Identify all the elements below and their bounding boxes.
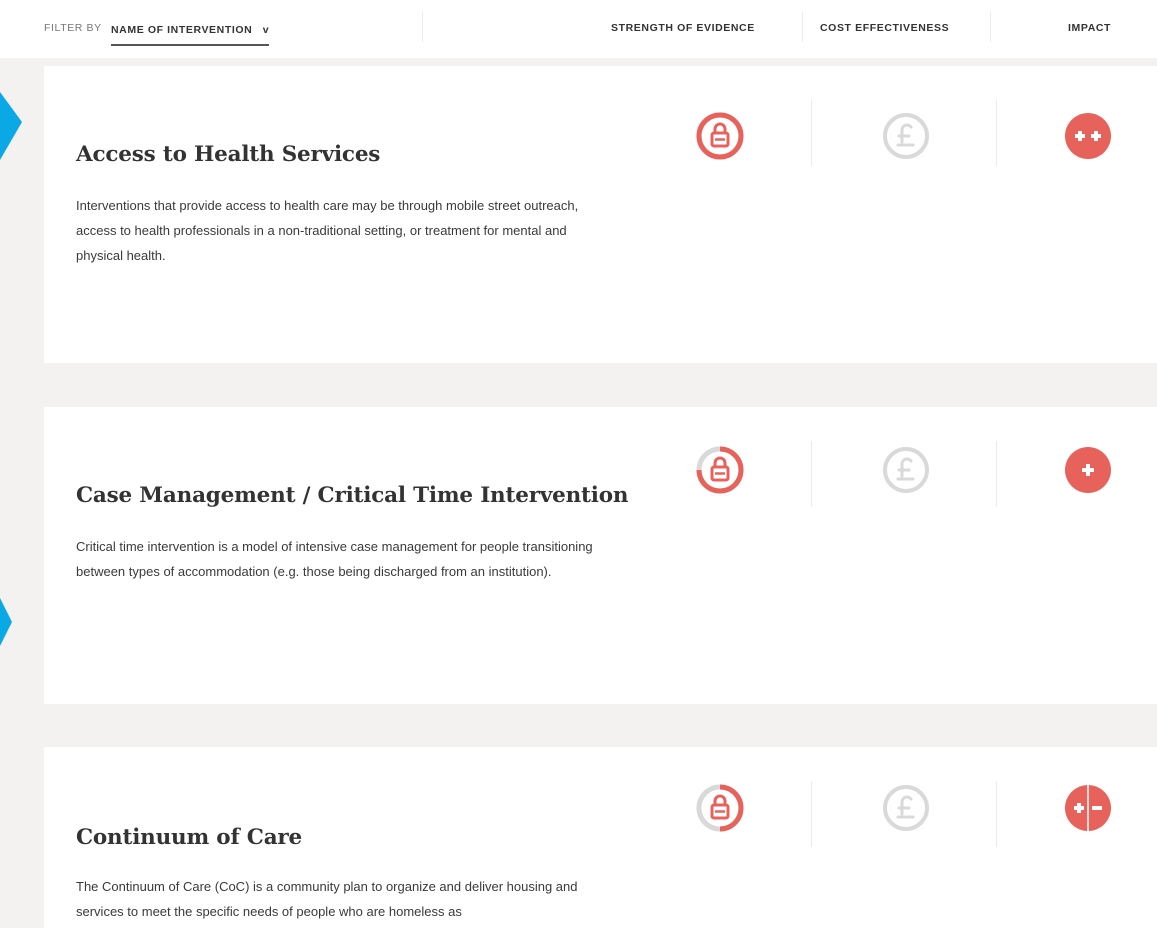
intervention-description: Interventions that provide access to hea… [76,198,579,263]
header-divider [802,12,803,42]
column-divider [996,441,997,507]
cyan-triangle-bottom [0,598,12,646]
chevron-down-icon: v [262,24,269,36]
header-divider [990,12,991,42]
evidence-padlock-icon [695,111,745,161]
filter-value: NAME OF INTERVENTION [111,24,253,36]
filter-dropdown[interactable]: NAME OF INTERVENTION v [111,20,269,46]
column-divider [811,100,812,166]
intervention-card[interactable]: Case Management / Critical Time Interven… [44,407,1157,704]
pound-sign-icon [881,111,931,161]
cyan-triangle-top [0,92,22,160]
filter-label: FILTER BY [44,22,102,34]
column-divider [996,100,997,166]
plus-minus-icon [1063,783,1113,833]
intervention-card[interactable]: Continuum of Care The Continuum of Care … [44,747,1157,928]
intervention-description: Critical time intervention is a model of… [76,539,593,579]
intervention-description: The Continuum of Care (CoC) is a communi… [76,879,578,919]
filter-bar: FILTER BY NAME OF INTERVENTION v STRENGT… [0,0,1157,58]
column-header-cost[interactable]: COST EFFECTIVENESS [820,22,949,34]
pound-sign-icon [881,445,931,495]
evidence-padlock-icon [695,783,745,833]
column-divider [996,781,997,847]
intervention-title[interactable]: Access to Health Services [76,142,380,167]
intervention-title[interactable]: Continuum of Care [76,825,302,850]
double-plus-icon [1063,111,1113,161]
intervention-card[interactable]: Access to Health Services Interventions … [44,66,1157,363]
column-header-strength[interactable]: STRENGTH OF EVIDENCE [611,22,755,34]
intervention-title[interactable]: Case Management / Critical Time Interven… [76,483,628,508]
column-divider [811,781,812,847]
plus-icon [1063,445,1113,495]
evidence-padlock-icon [695,445,745,495]
header-divider [422,12,423,42]
column-divider [811,441,812,507]
column-header-impact[interactable]: IMPACT [1068,22,1111,34]
pound-sign-icon [881,783,931,833]
